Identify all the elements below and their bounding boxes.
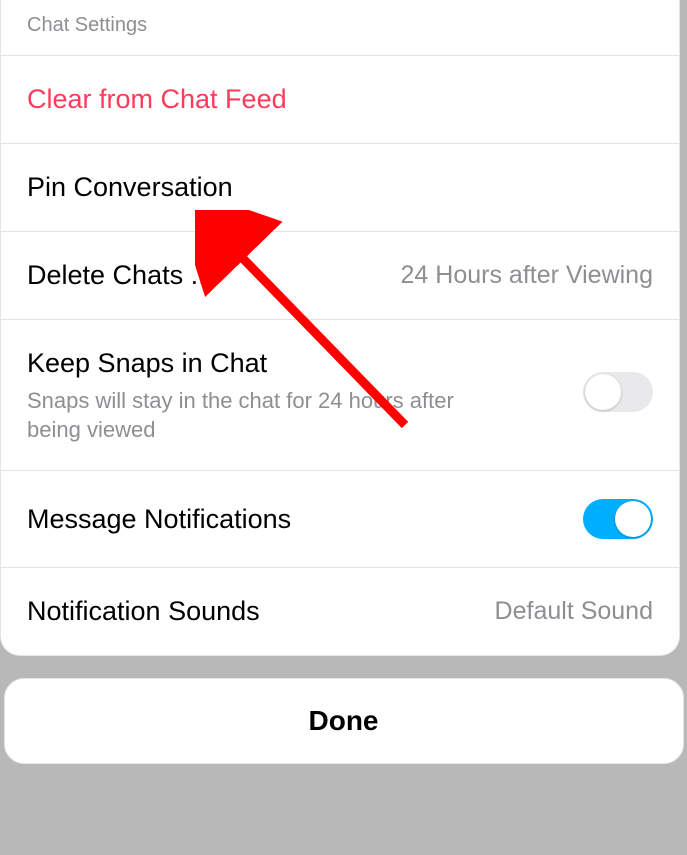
pin-conversation-row[interactable]: Pin Conversation bbox=[1, 144, 679, 232]
notification-sounds-label: Notification Sounds bbox=[27, 596, 260, 627]
clear-label: Clear from Chat Feed bbox=[27, 84, 287, 115]
section-header: Chat Settings bbox=[1, 0, 679, 56]
done-label: Done bbox=[309, 705, 379, 736]
keep-snaps-row[interactable]: Keep Snaps in Chat Snaps will stay in th… bbox=[1, 320, 679, 471]
gap-area bbox=[0, 656, 687, 678]
delete-chats-value: 24 Hours after Viewing bbox=[401, 261, 653, 290]
notification-sounds-row[interactable]: Notification Sounds Default Sound bbox=[1, 568, 679, 655]
pin-label: Pin Conversation bbox=[27, 172, 233, 203]
chat-settings-panel: Chat Settings Clear from Chat Feed Pin C… bbox=[0, 0, 680, 656]
notification-sounds-value: Default Sound bbox=[495, 597, 653, 626]
message-notifications-label: Message Notifications bbox=[27, 504, 291, 535]
message-notifications-row[interactable]: Message Notifications bbox=[1, 471, 679, 568]
delete-chats-label: Delete Chats ... bbox=[27, 260, 213, 291]
toggle-knob bbox=[585, 374, 621, 410]
delete-chats-row[interactable]: Delete Chats ... 24 Hours after Viewing bbox=[1, 232, 679, 320]
keep-snaps-toggle[interactable] bbox=[583, 372, 653, 412]
clear-from-chat-feed-row[interactable]: Clear from Chat Feed bbox=[1, 56, 679, 144]
keep-snaps-label: Keep Snaps in Chat bbox=[27, 348, 583, 379]
toggle-knob bbox=[615, 501, 651, 537]
keep-snaps-sublabel: Snaps will stay in the chat for 24 hours… bbox=[27, 387, 502, 444]
done-button[interactable]: Done bbox=[4, 678, 684, 764]
message-notifications-toggle[interactable] bbox=[583, 499, 653, 539]
keep-snaps-text: Keep Snaps in Chat Snaps will stay in th… bbox=[27, 348, 583, 444]
